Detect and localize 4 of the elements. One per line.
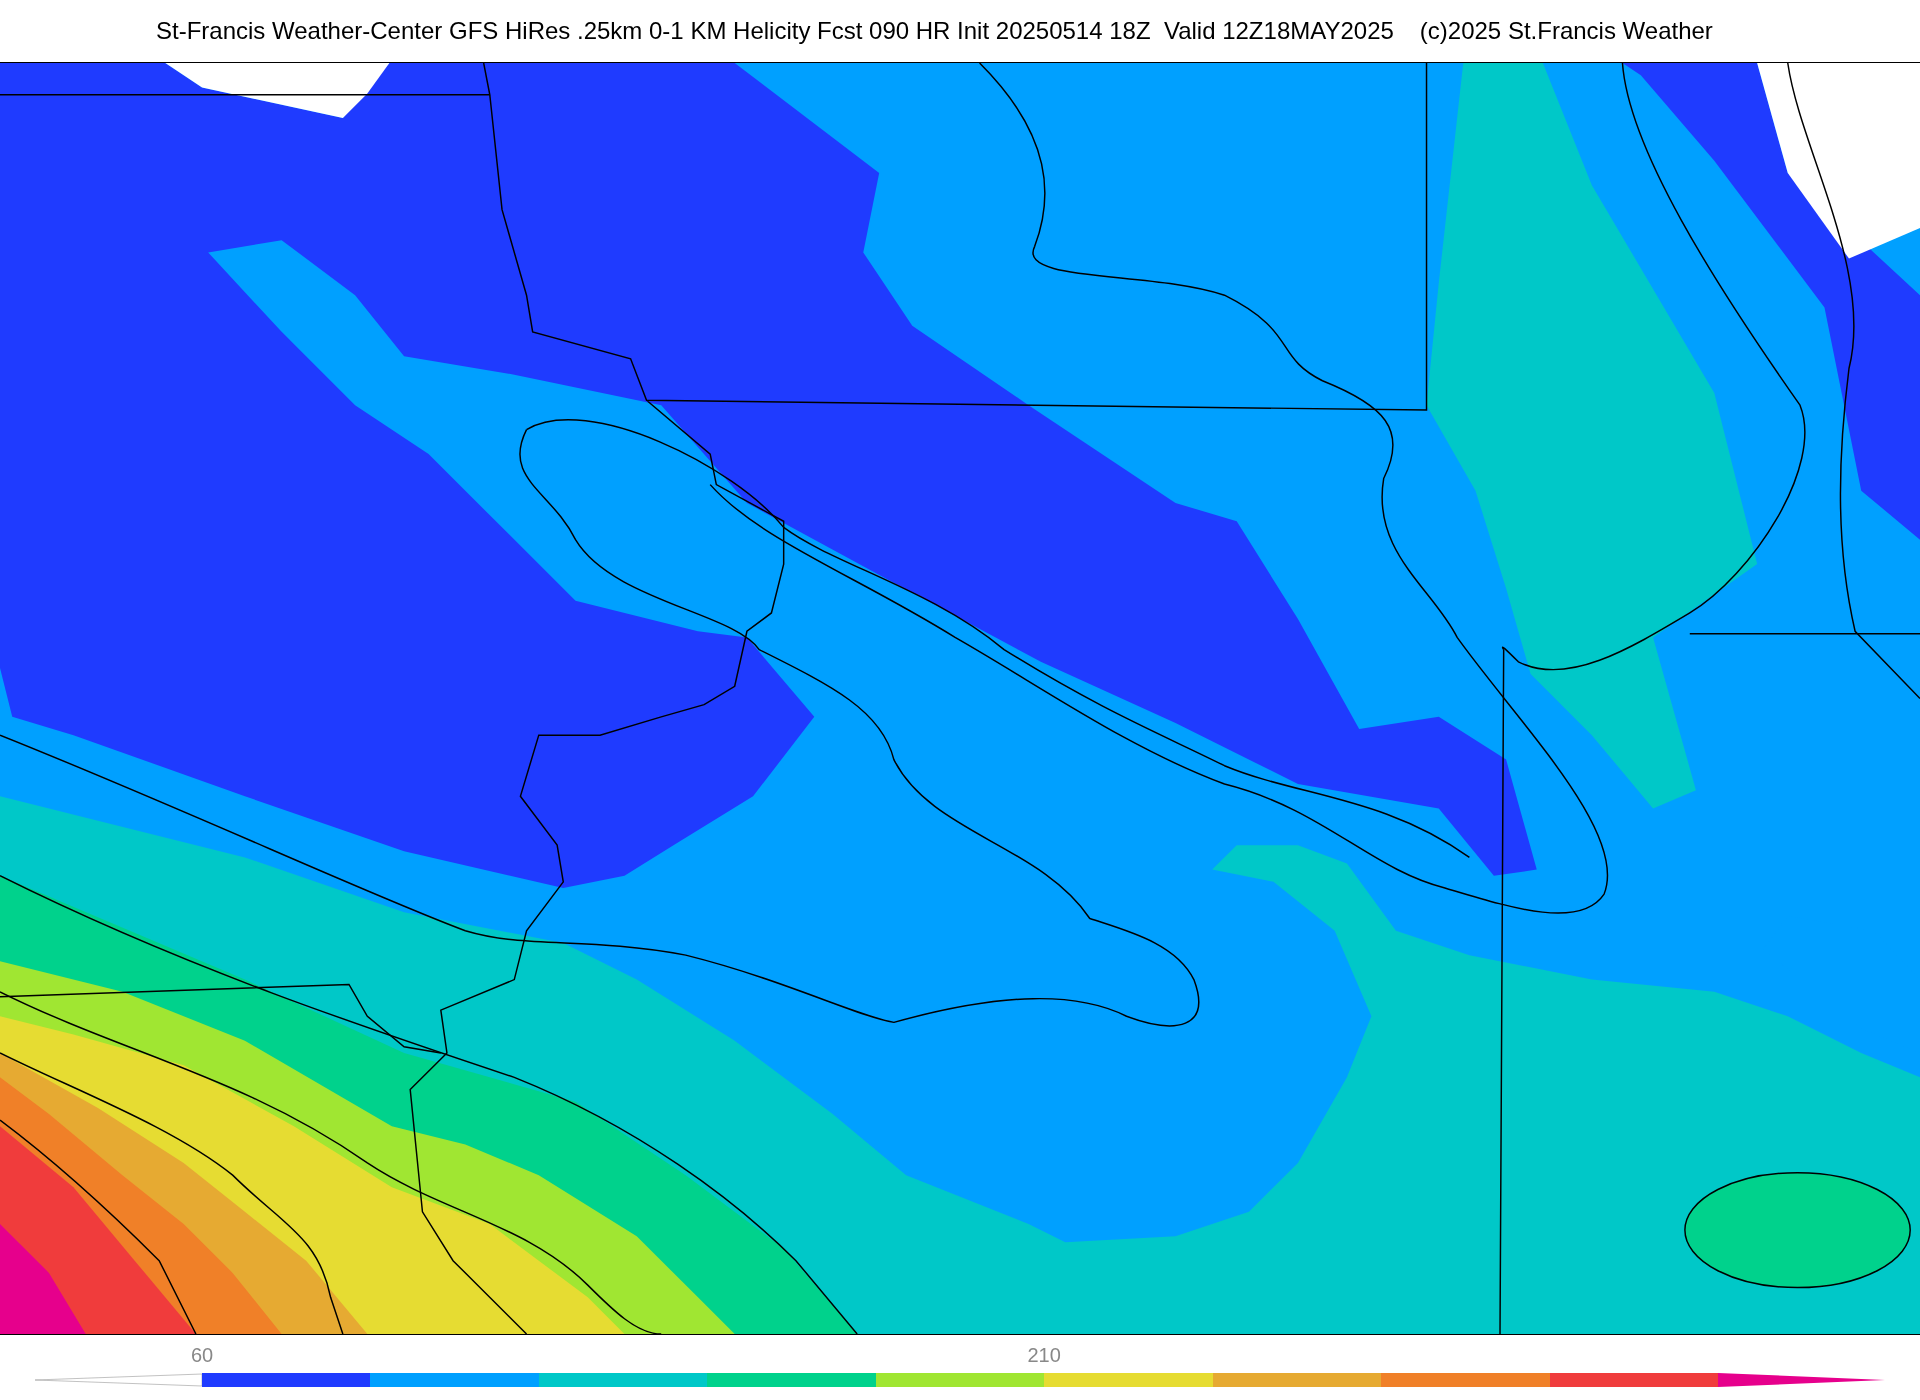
- colorbar-tick-label: 60: [190, 1345, 214, 1365]
- map-title: St-Francis Weather-Center GFS HiRes .25km 0-1 KM Helicity Fcst 090 HR Init 20250514 18Z Valid 12Z18MAY2025: [156, 16, 1394, 46]
- copyright-text: (c)2025 St.Francis Weather: [1419, 16, 1713, 46]
- colorbar-tick-label: 210: [1027, 1345, 1061, 1365]
